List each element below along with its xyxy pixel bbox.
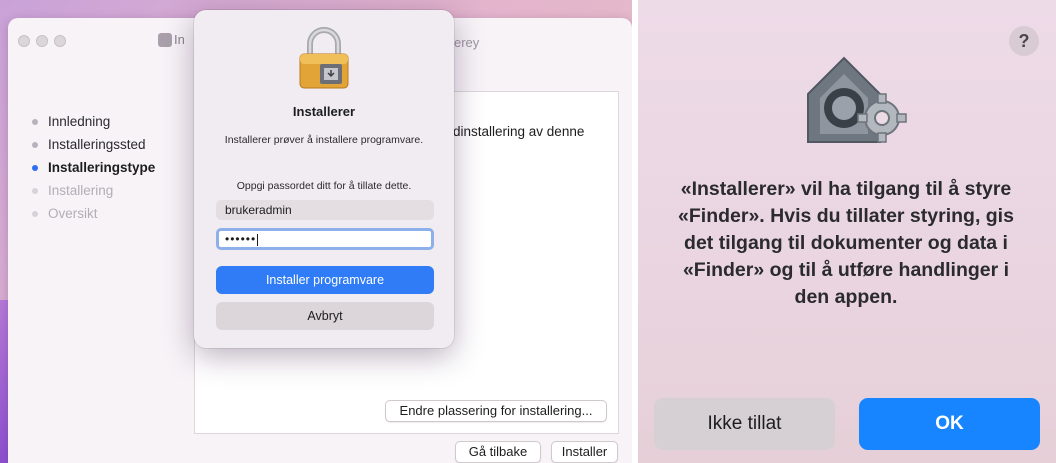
ok-button[interactable]: OK [859, 398, 1040, 450]
username-value: brukeradmin [225, 203, 292, 217]
username-field[interactable]: brukeradmin [216, 200, 434, 220]
step-label: Innledning [48, 114, 111, 129]
installer-app-icon [158, 33, 172, 47]
go-back-button[interactable]: Gå tilbake [455, 441, 541, 463]
text-cursor [257, 233, 259, 246]
installer-steps: Innledning Installeringssted Installerin… [30, 114, 155, 229]
install-button[interactable]: Installer [551, 441, 618, 463]
install-software-button[interactable]: Installer programvare [216, 266, 434, 294]
deny-button[interactable]: Ikke tillat [654, 398, 835, 450]
content-text: dinstallering av denne [453, 124, 585, 139]
dialog-prompt: Oppgi passordet ditt for å tillate dette… [236, 180, 412, 192]
step-item: Installering [30, 183, 155, 206]
dialog-title: Installerer [292, 104, 356, 119]
password-field[interactable]: •••••• [216, 228, 434, 250]
step-dot-icon [32, 142, 38, 148]
permission-dialog: ? «Installerer» vil ha tilgang til å sty… [638, 0, 1056, 463]
step-dot-icon [32, 119, 38, 125]
password-value: •••••• [225, 232, 257, 246]
window-title-start: In [174, 32, 185, 47]
minimize-window-button[interactable] [36, 35, 48, 47]
window-title-end: erey [454, 35, 480, 50]
step-dot-icon [32, 188, 38, 194]
step-label: Installeringstype [48, 160, 156, 175]
step-item: Oversikt [30, 206, 155, 229]
cancel-button[interactable]: Avbryt [216, 302, 434, 330]
close-window-button[interactable] [18, 35, 30, 47]
step-item: Innledning [30, 114, 155, 137]
permission-message: «Installerer» vil ha tilgang til å styre… [678, 178, 1014, 308]
gear-house-icon [807, 56, 907, 143]
step-dot-icon [32, 211, 38, 217]
step-item: Installeringssted [30, 137, 155, 160]
step-label: Installering [48, 183, 114, 198]
lock-icon [299, 27, 349, 89]
zoom-window-button[interactable] [54, 35, 66, 47]
step-item-current: Installeringstype [30, 160, 155, 183]
change-install-location-button[interactable]: Endre plassering for installering... [385, 400, 607, 422]
step-dot-icon [32, 165, 38, 171]
step-label: Installeringssted [48, 137, 146, 152]
step-label: Oversikt [48, 206, 98, 221]
installer-screenshot: In erey Innledning Installeringssted Ins… [0, 0, 632, 463]
authentication-dialog: Installerer Installerer prøver å install… [194, 10, 454, 348]
dialog-message: Installerer prøver å installere programv… [224, 134, 424, 146]
help-button[interactable]: ? [1009, 26, 1039, 56]
